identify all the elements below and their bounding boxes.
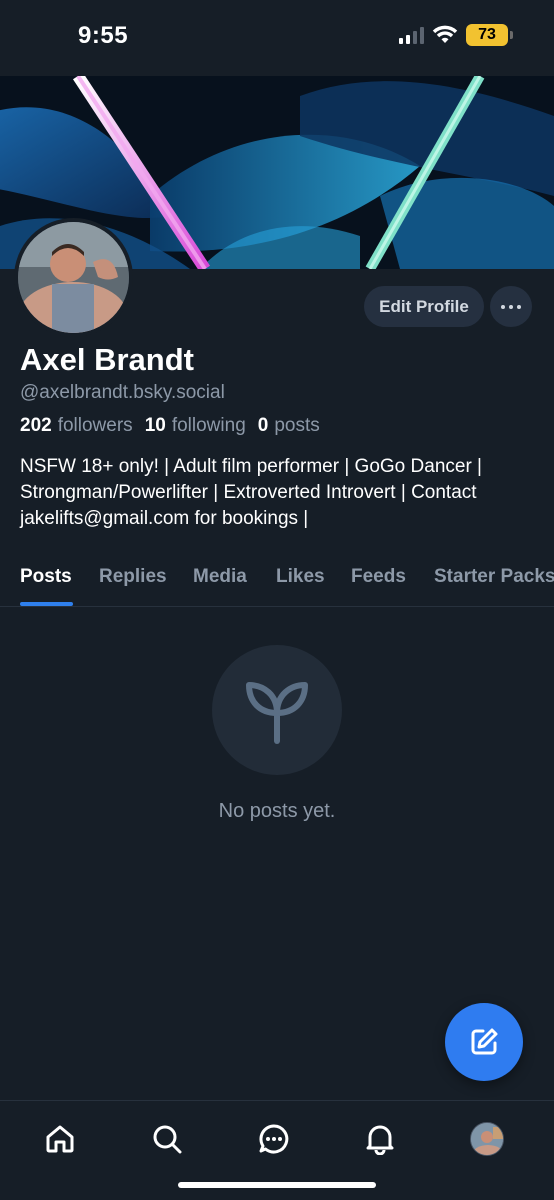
posts-count: 0 xyxy=(257,415,269,436)
compose-button[interactable] xyxy=(445,1003,523,1081)
followers-label: followers xyxy=(57,415,133,436)
chat-icon xyxy=(259,1124,289,1154)
tab-media[interactable]: Media xyxy=(193,566,247,588)
nav-search[interactable] xyxy=(147,1119,187,1159)
nav-chat[interactable] xyxy=(254,1119,294,1159)
tab-likes[interactable]: Likes xyxy=(276,566,325,588)
posts-label: posts xyxy=(274,415,320,436)
profile-avatar-small xyxy=(470,1122,504,1156)
following-link[interactable]: 10 following xyxy=(145,415,246,437)
bell-icon xyxy=(366,1125,394,1155)
profile-handle: @axelbrandt.bsky.social xyxy=(20,382,225,403)
home-icon xyxy=(46,1125,74,1153)
empty-state-icon-circle xyxy=(212,645,342,775)
profile-stats: 202 followers 10 following 0 posts xyxy=(20,415,332,437)
display-name: Axel Brandt xyxy=(20,342,194,377)
followers-link[interactable]: 202 followers xyxy=(20,415,133,437)
profile-tabs: Posts Replies Media Likes Feeds Starter … xyxy=(0,560,554,607)
edit-profile-button[interactable]: Edit Profile xyxy=(364,286,484,327)
followers-count: 202 xyxy=(20,415,52,436)
active-tab-indicator xyxy=(20,602,73,606)
profile-avatar[interactable] xyxy=(14,218,133,337)
status-icons: 73 xyxy=(399,24,513,46)
more-options-button[interactable] xyxy=(490,286,532,327)
sprout-icon xyxy=(246,682,308,744)
ellipsis-icon xyxy=(501,304,505,309)
battery-level: 73 xyxy=(478,26,496,43)
following-label: following xyxy=(171,415,246,436)
battery-icon: 73 xyxy=(466,24,513,46)
search-icon xyxy=(153,1125,182,1154)
tab-starter-packs[interactable]: Starter Packs xyxy=(434,566,554,588)
empty-state-text: No posts yet. xyxy=(218,800,336,822)
tab-replies[interactable]: Replies xyxy=(99,566,167,588)
status-bar: 9:55 73 xyxy=(0,0,554,76)
tab-posts[interactable]: Posts xyxy=(20,566,72,588)
nav-profile[interactable] xyxy=(467,1119,507,1159)
status-time: 9:55 xyxy=(78,22,129,49)
wifi-icon xyxy=(432,25,458,43)
nav-home[interactable] xyxy=(40,1119,80,1159)
posts-stat: 0 posts xyxy=(258,415,320,437)
compose-icon xyxy=(471,1028,498,1055)
following-count: 10 xyxy=(144,415,166,436)
nav-notifications[interactable] xyxy=(360,1119,400,1159)
signal-icon xyxy=(399,26,424,44)
home-indicator xyxy=(178,1182,376,1188)
profile-bio: NSFW 18+ only! | Adult film performer | … xyxy=(20,456,482,529)
tab-feeds[interactable]: Feeds xyxy=(351,566,406,588)
